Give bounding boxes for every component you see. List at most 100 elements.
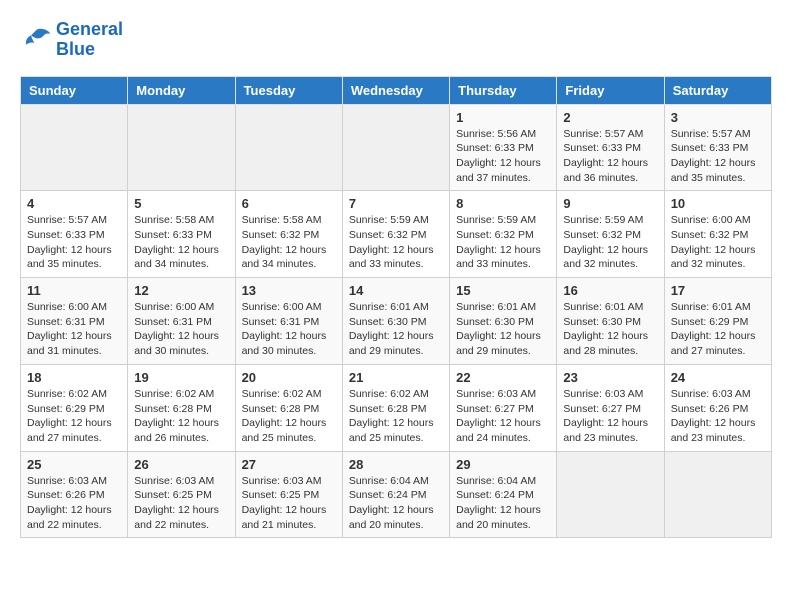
day-number: 7 xyxy=(349,196,443,211)
logo-text: General Blue xyxy=(56,20,123,60)
day-number: 8 xyxy=(456,196,550,211)
calendar-cell xyxy=(664,451,771,538)
weekday-header-monday: Monday xyxy=(128,76,235,104)
calendar-cell: 5Sunrise: 5:58 AM Sunset: 6:33 PM Daylig… xyxy=(128,191,235,278)
day-number: 21 xyxy=(349,370,443,385)
day-info: Sunrise: 6:03 AM Sunset: 6:25 PM Dayligh… xyxy=(134,474,228,533)
day-number: 12 xyxy=(134,283,228,298)
day-info: Sunrise: 6:02 AM Sunset: 6:28 PM Dayligh… xyxy=(349,387,443,446)
day-info: Sunrise: 5:58 AM Sunset: 6:33 PM Dayligh… xyxy=(134,213,228,272)
logo: General Blue xyxy=(20,20,123,60)
calendar-cell xyxy=(342,104,449,191)
day-number: 14 xyxy=(349,283,443,298)
day-number: 9 xyxy=(563,196,657,211)
day-info: Sunrise: 6:01 AM Sunset: 6:30 PM Dayligh… xyxy=(563,300,657,359)
day-info: Sunrise: 6:01 AM Sunset: 6:29 PM Dayligh… xyxy=(671,300,765,359)
calendar-cell: 11 Sunrise: 6:00 AM Sunset: 6:31 PM Dayli… xyxy=(21,278,128,365)
calendar-cell: 25 Sunrise: 6:03 AM Sunset: 6:26 PM Dayli… xyxy=(21,451,128,538)
calendar-cell: 26 Sunrise: 6:03 AM Sunset: 6:25 PM Dayli… xyxy=(128,451,235,538)
day-info: Sunrise: 6:00 AM Sunset: 6:31 PM Dayligh… xyxy=(242,300,336,359)
calendar-cell: 20 Sunrise: 6:02 AM Sunset: 6:28 PM Dayli… xyxy=(235,364,342,451)
day-number: 22 xyxy=(456,370,550,385)
day-info: Sunrise: 5:56 AM Sunset: 6:33 PM Dayligh… xyxy=(456,127,550,186)
day-number: 2 xyxy=(563,110,657,125)
day-info: Sunrise: 6:03 AM Sunset: 6:26 PM Dayligh… xyxy=(671,387,765,446)
calendar-week-3: 11 Sunrise: 6:00 AM Sunset: 6:31 PM Dayli… xyxy=(21,278,772,365)
day-info: Sunrise: 5:57 AM Sunset: 6:33 PM Dayligh… xyxy=(671,127,765,186)
day-info: Sunrise: 5:57 AM Sunset: 6:33 PM Dayligh… xyxy=(563,127,657,186)
day-number: 24 xyxy=(671,370,765,385)
weekday-header-friday: Friday xyxy=(557,76,664,104)
calendar-cell: 29 Sunrise: 6:04 AM Sunset: 6:24 PM Dayli… xyxy=(450,451,557,538)
calendar-cell: 22Sunrise: 6:03 AM Sunset: 6:27 PM Dayli… xyxy=(450,364,557,451)
day-number: 25 xyxy=(27,457,121,472)
calendar-header: SundayMondayTuesdayWednesdayThursdayFrid… xyxy=(21,76,772,104)
weekday-header-saturday: Saturday xyxy=(664,76,771,104)
day-number: 29 xyxy=(456,457,550,472)
calendar-cell: 12 Sunrise: 6:00 AM Sunset: 6:31 PM Dayli… xyxy=(128,278,235,365)
weekday-header-row: SundayMondayTuesdayWednesdayThursdayFrid… xyxy=(21,76,772,104)
day-info: Sunrise: 6:03 AM Sunset: 6:27 PM Dayligh… xyxy=(563,387,657,446)
calendar-cell: 24 Sunrise: 6:03 AM Sunset: 6:26 PM Dayli… xyxy=(664,364,771,451)
calendar-cell: 16 Sunrise: 6:01 AM Sunset: 6:30 PM Dayli… xyxy=(557,278,664,365)
calendar-cell: 27 Sunrise: 6:03 AM Sunset: 6:25 PM Dayli… xyxy=(235,451,342,538)
day-info: Sunrise: 5:59 AM Sunset: 6:32 PM Dayligh… xyxy=(349,213,443,272)
page-header: General Blue xyxy=(20,20,772,60)
day-number: 28 xyxy=(349,457,443,472)
day-number: 19 xyxy=(134,370,228,385)
calendar-cell: 10Sunrise: 6:00 AM Sunset: 6:32 PM Dayli… xyxy=(664,191,771,278)
day-number: 26 xyxy=(134,457,228,472)
calendar-cell xyxy=(235,104,342,191)
calendar-cell xyxy=(128,104,235,191)
calendar-week-1: 1 Sunrise: 5:56 AM Sunset: 6:33 PM Daylig… xyxy=(21,104,772,191)
calendar-cell: 14 Sunrise: 6:01 AM Sunset: 6:30 PM Dayli… xyxy=(342,278,449,365)
calendar-cell: 1 Sunrise: 5:56 AM Sunset: 6:33 PM Daylig… xyxy=(450,104,557,191)
day-info: Sunrise: 5:57 AM Sunset: 6:33 PM Dayligh… xyxy=(27,213,121,272)
day-info: Sunrise: 6:04 AM Sunset: 6:24 PM Dayligh… xyxy=(456,474,550,533)
day-number: 23 xyxy=(563,370,657,385)
calendar-cell: 15 Sunrise: 6:01 AM Sunset: 6:30 PM Dayli… xyxy=(450,278,557,365)
day-info: Sunrise: 6:04 AM Sunset: 6:24 PM Dayligh… xyxy=(349,474,443,533)
calendar-cell: 13Sunrise: 6:00 AM Sunset: 6:31 PM Dayli… xyxy=(235,278,342,365)
day-info: Sunrise: 6:00 AM Sunset: 6:31 PM Dayligh… xyxy=(27,300,121,359)
day-info: Sunrise: 6:03 AM Sunset: 6:25 PM Dayligh… xyxy=(242,474,336,533)
day-info: Sunrise: 6:02 AM Sunset: 6:28 PM Dayligh… xyxy=(242,387,336,446)
calendar-cell: 7 Sunrise: 5:59 AM Sunset: 6:32 PM Daylig… xyxy=(342,191,449,278)
calendar-week-2: 4 Sunrise: 5:57 AM Sunset: 6:33 PM Daylig… xyxy=(21,191,772,278)
day-info: Sunrise: 6:02 AM Sunset: 6:28 PM Dayligh… xyxy=(134,387,228,446)
calendar-table: SundayMondayTuesdayWednesdayThursdayFrid… xyxy=(20,76,772,539)
day-number: 1 xyxy=(456,110,550,125)
calendar-cell: 18 Sunrise: 6:02 AM Sunset: 6:29 PM Dayli… xyxy=(21,364,128,451)
day-number: 10 xyxy=(671,196,765,211)
calendar-cell: 6 Sunrise: 5:58 AM Sunset: 6:32 PM Daylig… xyxy=(235,191,342,278)
day-number: 6 xyxy=(242,196,336,211)
day-info: Sunrise: 6:00 AM Sunset: 6:31 PM Dayligh… xyxy=(134,300,228,359)
day-number: 15 xyxy=(456,283,550,298)
day-number: 18 xyxy=(27,370,121,385)
day-info: Sunrise: 5:58 AM Sunset: 6:32 PM Dayligh… xyxy=(242,213,336,272)
day-number: 11 xyxy=(27,283,121,298)
calendar-cell: 9 Sunrise: 5:59 AM Sunset: 6:32 PM Daylig… xyxy=(557,191,664,278)
day-number: 20 xyxy=(242,370,336,385)
calendar-cell: 2 Sunrise: 5:57 AM Sunset: 6:33 PM Daylig… xyxy=(557,104,664,191)
day-info: Sunrise: 6:01 AM Sunset: 6:30 PM Dayligh… xyxy=(349,300,443,359)
calendar-week-5: 25 Sunrise: 6:03 AM Sunset: 6:26 PM Dayli… xyxy=(21,451,772,538)
calendar-cell xyxy=(557,451,664,538)
calendar-cell: 8Sunrise: 5:59 AM Sunset: 6:32 PM Daylig… xyxy=(450,191,557,278)
weekday-header-sunday: Sunday xyxy=(21,76,128,104)
day-number: 4 xyxy=(27,196,121,211)
day-info: Sunrise: 6:02 AM Sunset: 6:29 PM Dayligh… xyxy=(27,387,121,446)
calendar-cell: 23 Sunrise: 6:03 AM Sunset: 6:27 PM Dayli… xyxy=(557,364,664,451)
calendar-cell: 3Sunrise: 5:57 AM Sunset: 6:33 PM Daylig… xyxy=(664,104,771,191)
day-number: 16 xyxy=(563,283,657,298)
weekday-header-thursday: Thursday xyxy=(450,76,557,104)
day-number: 17 xyxy=(671,283,765,298)
logo-bird-icon xyxy=(20,26,52,54)
calendar-cell: 21 Sunrise: 6:02 AM Sunset: 6:28 PM Dayli… xyxy=(342,364,449,451)
day-info: Sunrise: 6:03 AM Sunset: 6:26 PM Dayligh… xyxy=(27,474,121,533)
weekday-header-wednesday: Wednesday xyxy=(342,76,449,104)
calendar-cell: 17 Sunrise: 6:01 AM Sunset: 6:29 PM Dayli… xyxy=(664,278,771,365)
day-info: Sunrise: 5:59 AM Sunset: 6:32 PM Dayligh… xyxy=(563,213,657,272)
day-info: Sunrise: 6:01 AM Sunset: 6:30 PM Dayligh… xyxy=(456,300,550,359)
day-number: 27 xyxy=(242,457,336,472)
